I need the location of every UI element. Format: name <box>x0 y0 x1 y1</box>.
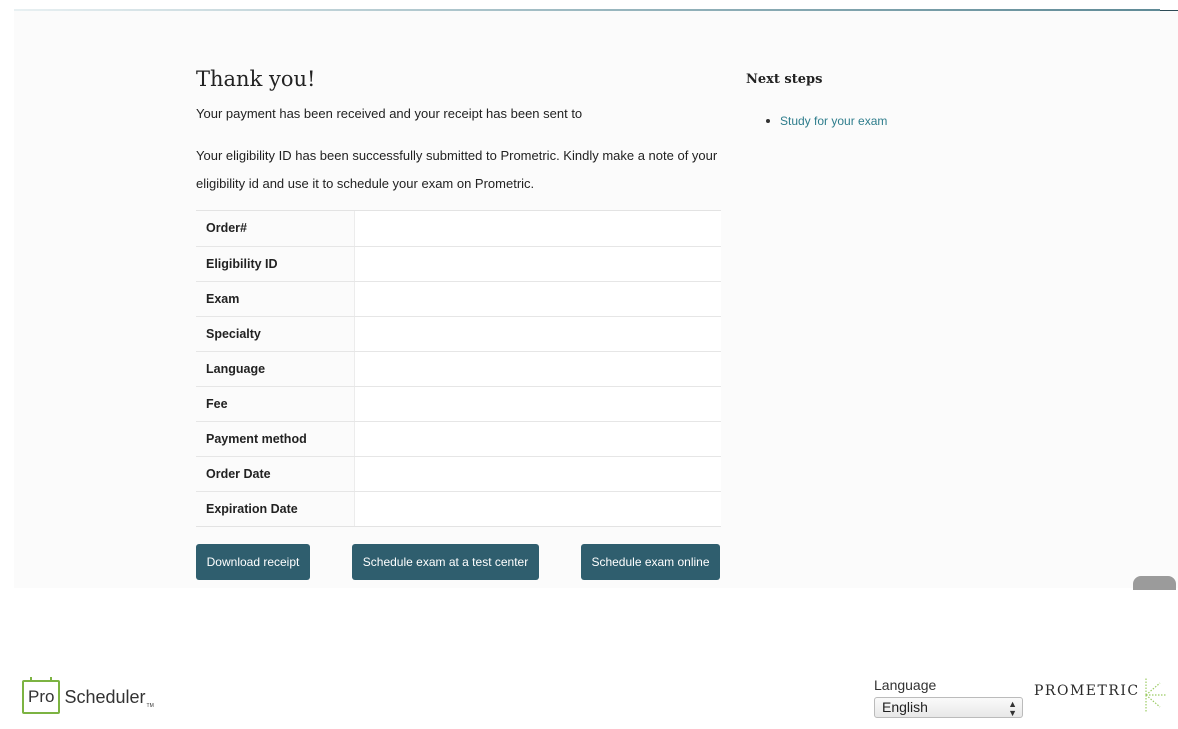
table-row: Eligibility ID <box>196 246 721 281</box>
row-value-payment-method <box>355 422 721 456</box>
row-label-exam: Exam <box>196 282 355 316</box>
row-label-expiration-date: Expiration Date <box>196 492 355 526</box>
table-row: Fee <box>196 386 721 421</box>
row-value-expiration-date <box>355 492 721 526</box>
schedule-test-center-button[interactable]: Schedule exam at a test center <box>352 544 539 580</box>
row-label-order: Order# <box>196 211 355 246</box>
table-row: Expiration Date <box>196 491 721 526</box>
table-row: Payment method <box>196 421 721 456</box>
row-label-order-date: Order Date <box>196 457 355 491</box>
bullet-icon <box>766 118 770 123</box>
table-row: Language <box>196 351 721 386</box>
language-label: Language <box>874 677 937 693</box>
page-title: Thank you! <box>196 67 316 91</box>
next-steps-title: Next steps <box>746 72 823 87</box>
row-value-order <box>355 211 721 246</box>
table-row: Exam <box>196 281 721 316</box>
list-item: Study for your exam <box>766 114 887 128</box>
prometric-logo: PROMETRIC <box>1034 683 1140 699</box>
proscheduler-logo[interactable]: Pro Scheduler TM <box>22 677 154 717</box>
row-label-payment-method: Payment method <box>196 422 355 456</box>
row-value-specialty <box>355 317 721 351</box>
logo-scheduler-text: Scheduler <box>64 686 146 707</box>
schedule-online-button[interactable]: Schedule exam online <box>581 544 720 580</box>
table-row: Order Date <box>196 456 721 491</box>
row-value-exam <box>355 282 721 316</box>
prometric-burst-icon <box>1145 677 1166 713</box>
download-receipt-button[interactable]: Download receipt <box>196 544 310 580</box>
updown-arrows-icon: ▲ ▼ <box>1008 699 1017 718</box>
language-select[interactable]: English ▲ ▼ <box>874 697 1023 718</box>
table-row: Specialty <box>196 316 721 351</box>
row-label-fee: Fee <box>196 387 355 421</box>
study-exam-link[interactable]: Study for your exam <box>780 114 887 128</box>
row-value-eligibility-id <box>355 247 721 281</box>
row-label-specialty: Specialty <box>196 317 355 351</box>
row-label-eligibility-id: Eligibility ID <box>196 247 355 281</box>
language-select-value: English <box>882 699 928 715</box>
eligibility-message: Your eligibility ID has been successfull… <box>196 148 718 191</box>
row-value-order-date <box>355 457 721 491</box>
table-row: Order# <box>196 211 721 246</box>
order-details-table: Order# Eligibility ID Exam Specialty Lan… <box>196 210 721 527</box>
payment-message: Your payment has been received and your … <box>196 106 583 121</box>
scroll-to-top-button[interactable] <box>1133 576 1176 590</box>
logo-pro-box: Pro <box>22 677 61 714</box>
logo-tm: TM <box>146 703 154 709</box>
row-value-fee <box>355 387 721 421</box>
next-steps-list: Study for your exam <box>766 114 887 128</box>
row-label-language: Language <box>196 352 355 386</box>
row-value-language <box>355 352 721 386</box>
